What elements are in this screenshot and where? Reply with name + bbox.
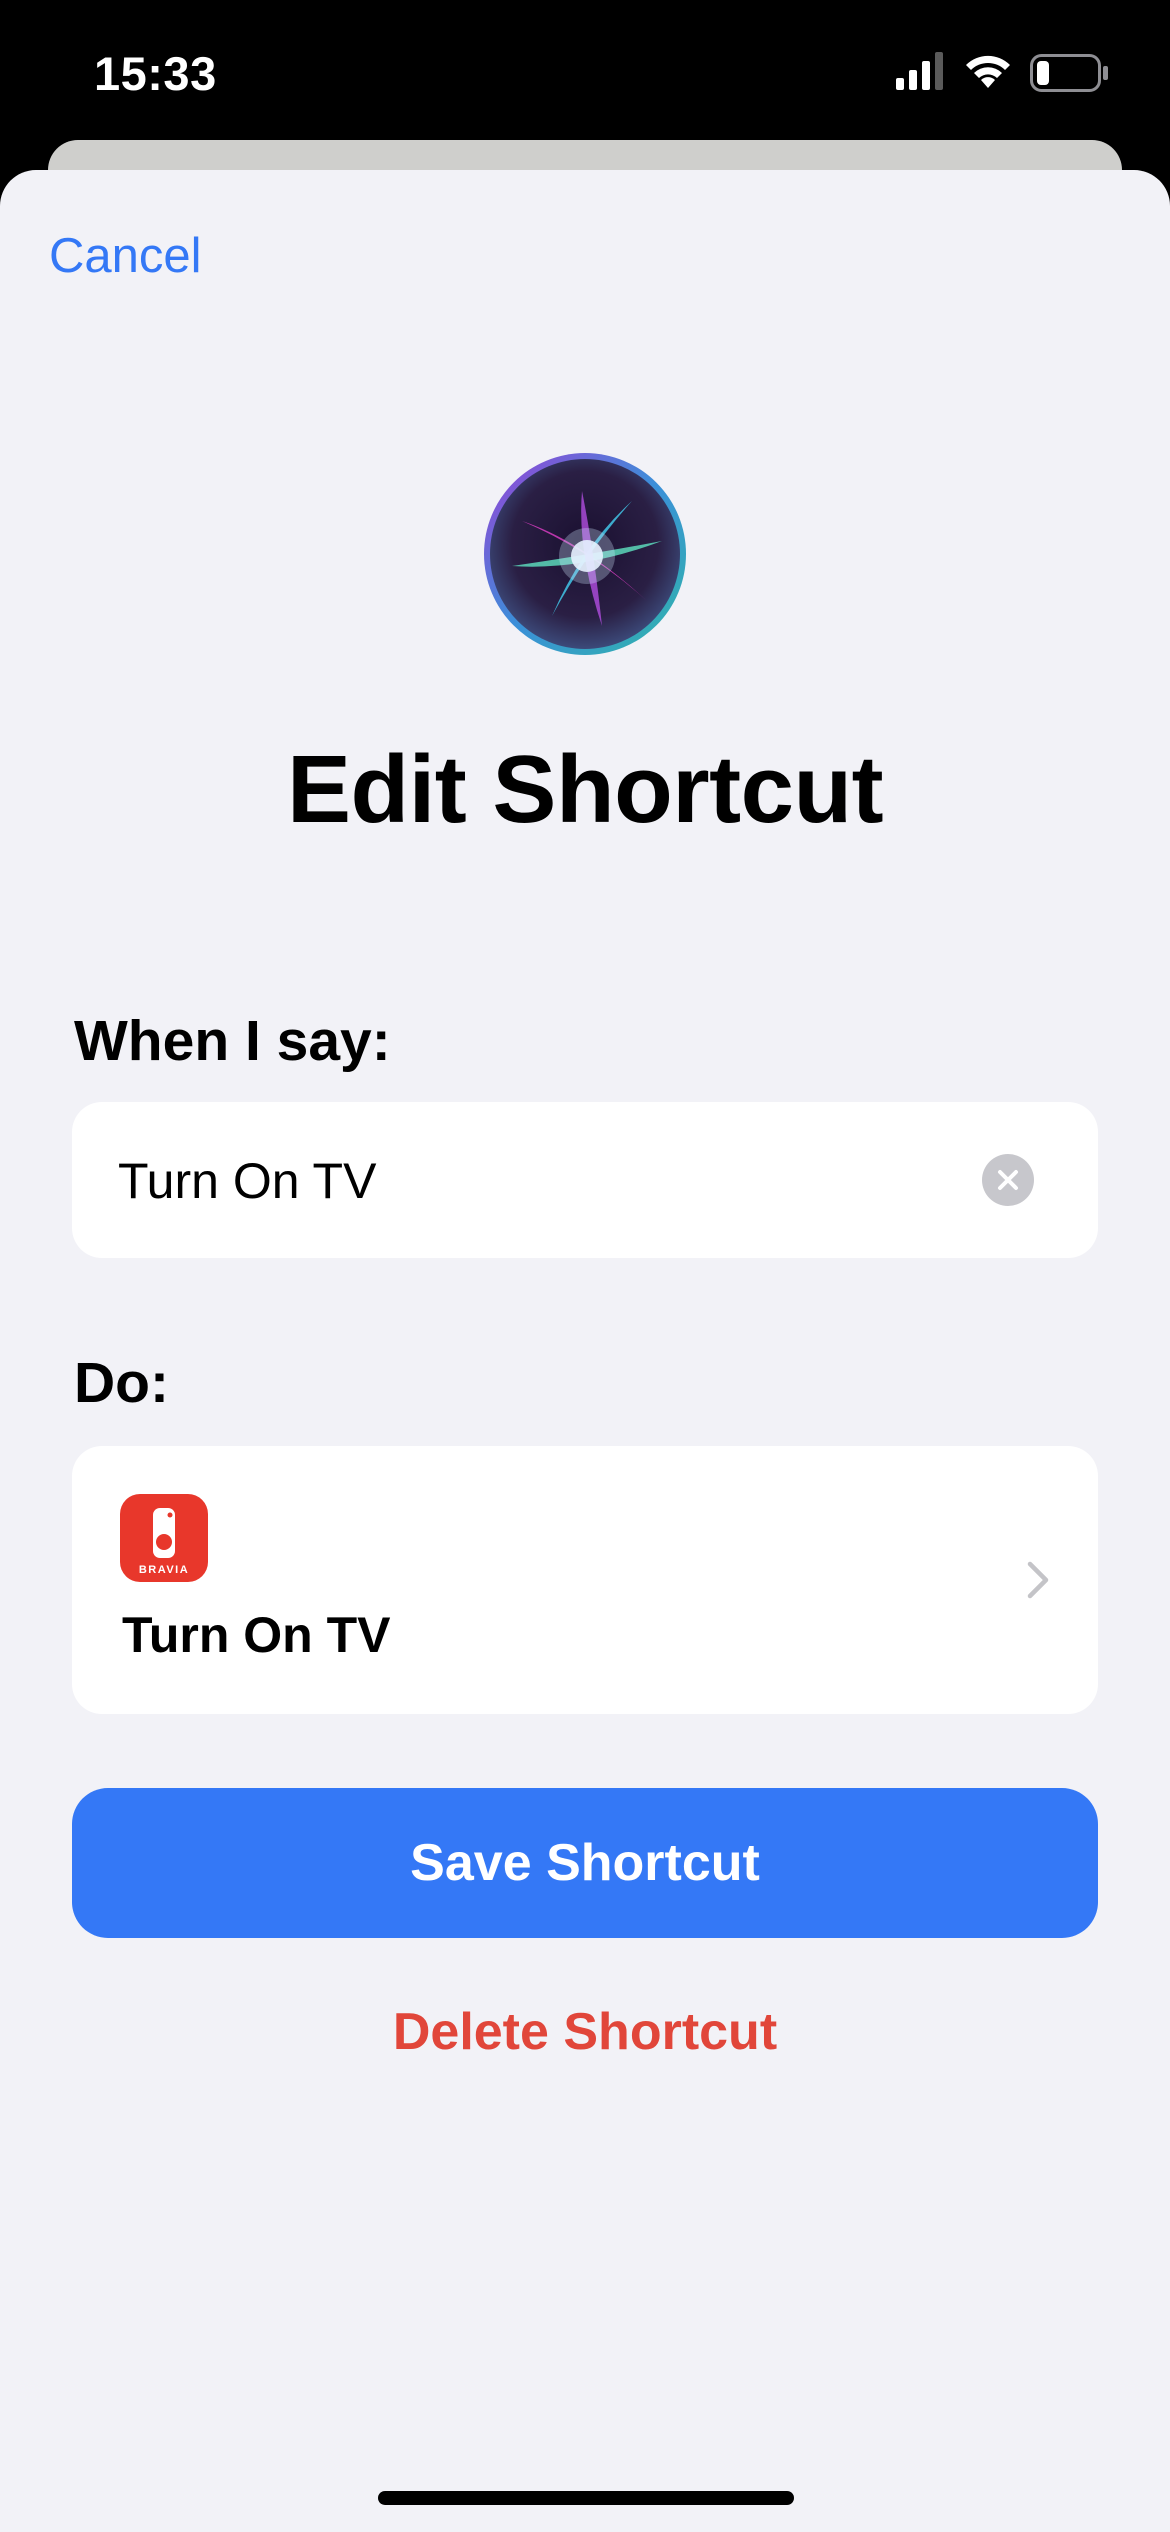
bravia-app-icon: BRAVIA [120, 1494, 208, 1582]
siri-orb-icon [484, 453, 686, 655]
clear-icon[interactable] [982, 1154, 1034, 1206]
action-title: Turn On TV [122, 1607, 391, 1663]
battery-icon [1030, 54, 1108, 92]
page-title: Edit Shortcut [286, 736, 884, 843]
bravia-logo-text: BRAVIA [139, 1564, 189, 1576]
phrase-label: When I say: [74, 1009, 391, 1073]
phrase-input[interactable]: Turn On TV [118, 1152, 376, 1210]
action-label: Do: [74, 1351, 169, 1415]
status-bar: 15:33 [0, 0, 1170, 140]
status-time: 15:33 [94, 47, 217, 100]
screen: 15:33 Cancel Edit Shortcut When I say: T… [0, 0, 1170, 2532]
home-indicator[interactable] [378, 2491, 794, 2505]
cancel-button[interactable]: Cancel [49, 228, 202, 284]
delete-shortcut-button[interactable]: Delete Shortcut [0, 2002, 1170, 2062]
wifi-icon [966, 55, 1010, 88]
status-icons [896, 52, 1116, 96]
edit-shortcut-sheet: Cancel Edit Shortcut When I say: Turn On… [0, 170, 1170, 2532]
chevron-right-icon [1027, 1561, 1049, 1599]
cellular-signal-icon [896, 52, 943, 90]
save-shortcut-button[interactable]: Save Shortcut [72, 1788, 1098, 1938]
action-row[interactable]: BRAVIA Turn On TV [72, 1446, 1098, 1714]
phrase-field[interactable]: Turn On TV [72, 1102, 1098, 1258]
